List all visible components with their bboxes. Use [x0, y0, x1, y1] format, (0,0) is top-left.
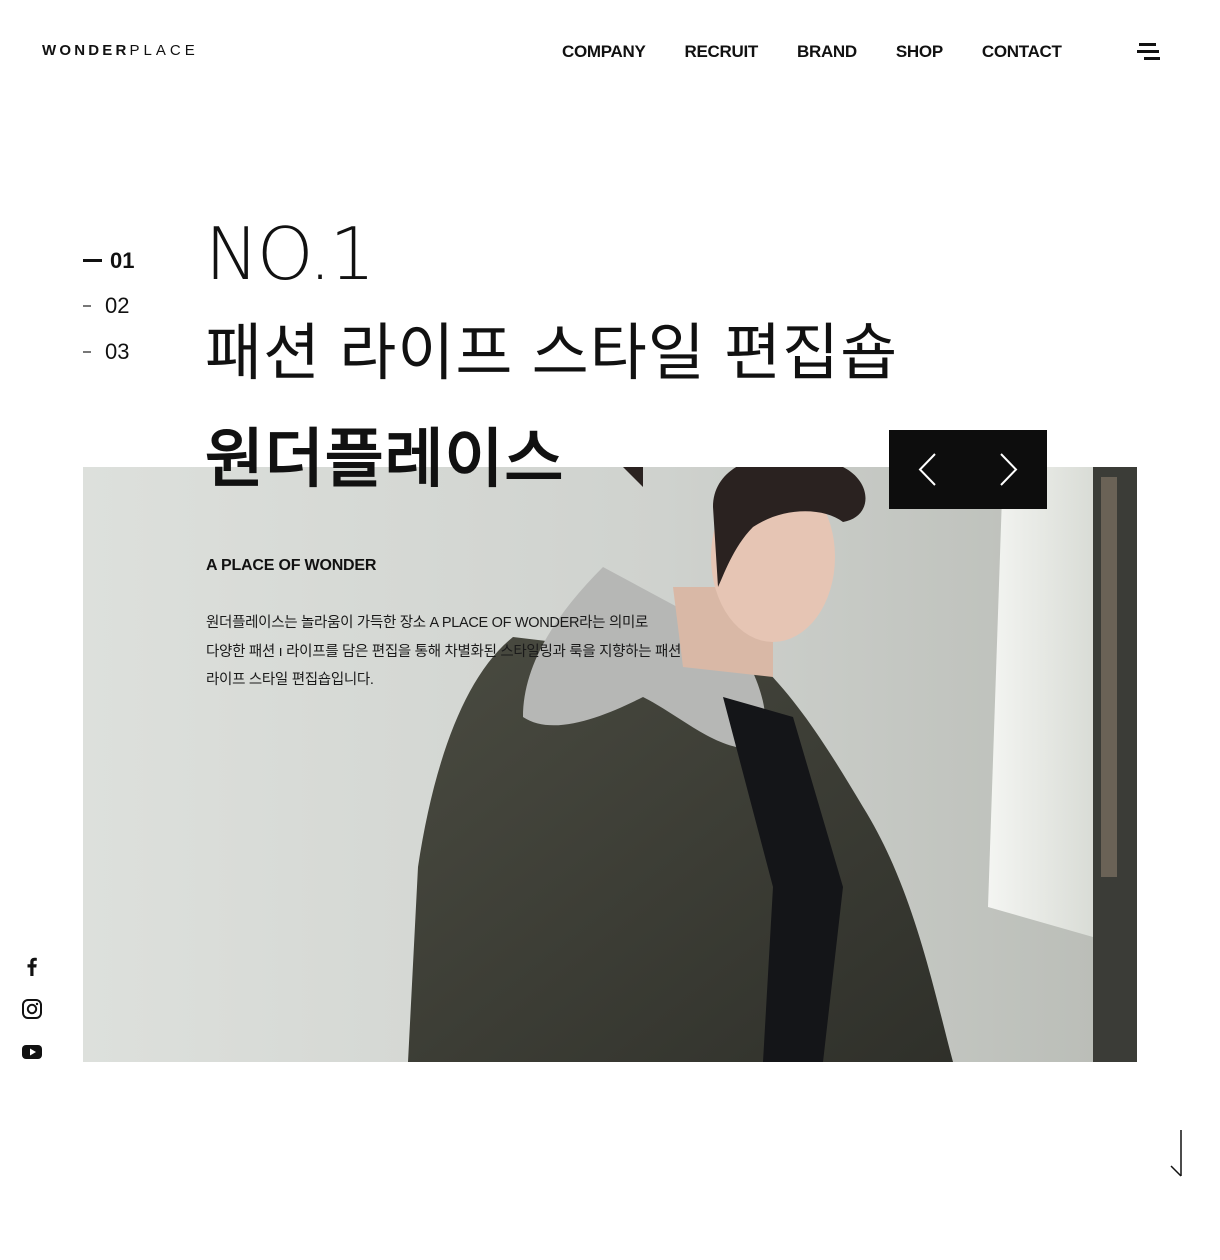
dash — [83, 350, 91, 353]
slide-indicator-02[interactable]: 02 — [83, 284, 134, 330]
prev-slide-button[interactable] — [889, 430, 968, 509]
hero-title-line1: 패션 라이프 스타일 편집숍 — [205, 319, 899, 388]
logo-wonder: WONDER — [42, 42, 130, 59]
main-nav: COMPANY RECRUIT BRAND SHOP CONTACT — [562, 42, 1062, 62]
description-line: 다양한 패션 ı 라이프를 담은 편집을 통해 차별화된 스타일링과 룩을 지향… — [206, 643, 682, 660]
slide-number: 03 — [105, 338, 130, 364]
hero-number: NO.1 — [205, 212, 375, 296]
dash — [83, 305, 91, 308]
instagram-icon[interactable] — [21, 998, 43, 1020]
nav-recruit[interactable]: RECRUIT — [685, 42, 759, 62]
hero-description: 원더플레이스는 놀라움이 가득한 장소 A PLACE OF WONDER라는 … — [206, 609, 726, 695]
active-dash — [83, 259, 102, 263]
hamburger-menu-icon[interactable] — [1137, 42, 1161, 62]
description-line: 원더플레이스는 놀라움이 가득한 장소 A PLACE OF WONDER라는 … — [206, 615, 649, 631]
nav-brand[interactable]: BRAND — [797, 42, 857, 62]
logo-place: PLACE — [129, 42, 199, 59]
facebook-icon[interactable] — [21, 955, 43, 977]
youtube-icon[interactable] — [21, 1041, 43, 1063]
nav-shop[interactable]: SHOP — [896, 42, 943, 62]
hero-subtitle: A PLACE OF WONDER — [206, 557, 377, 574]
description-line: 라이프 스타일 편집숍입니다. — [206, 672, 374, 689]
chevron-right-icon — [1000, 453, 1018, 486]
slide-controls — [889, 430, 1047, 509]
scroll-down-arrow-icon[interactable] — [1168, 1130, 1184, 1178]
slide-pager: 01 02 03 — [83, 238, 134, 375]
chevron-left-icon — [918, 453, 936, 486]
nav-company[interactable]: COMPANY — [562, 42, 646, 62]
brand-logo[interactable]: WONDERPLACE — [42, 42, 199, 59]
slide-number: 01 — [110, 247, 135, 273]
nav-contact[interactable]: CONTACT — [982, 42, 1062, 62]
hero-title-line2: 원더플레이스 — [205, 423, 565, 495]
slide-indicator-01[interactable]: 01 — [83, 238, 134, 284]
slide-indicator-03[interactable]: 03 — [83, 329, 134, 375]
slide-number: 02 — [105, 293, 130, 319]
next-slide-button[interactable] — [968, 430, 1047, 509]
social-links — [21, 955, 43, 1084]
